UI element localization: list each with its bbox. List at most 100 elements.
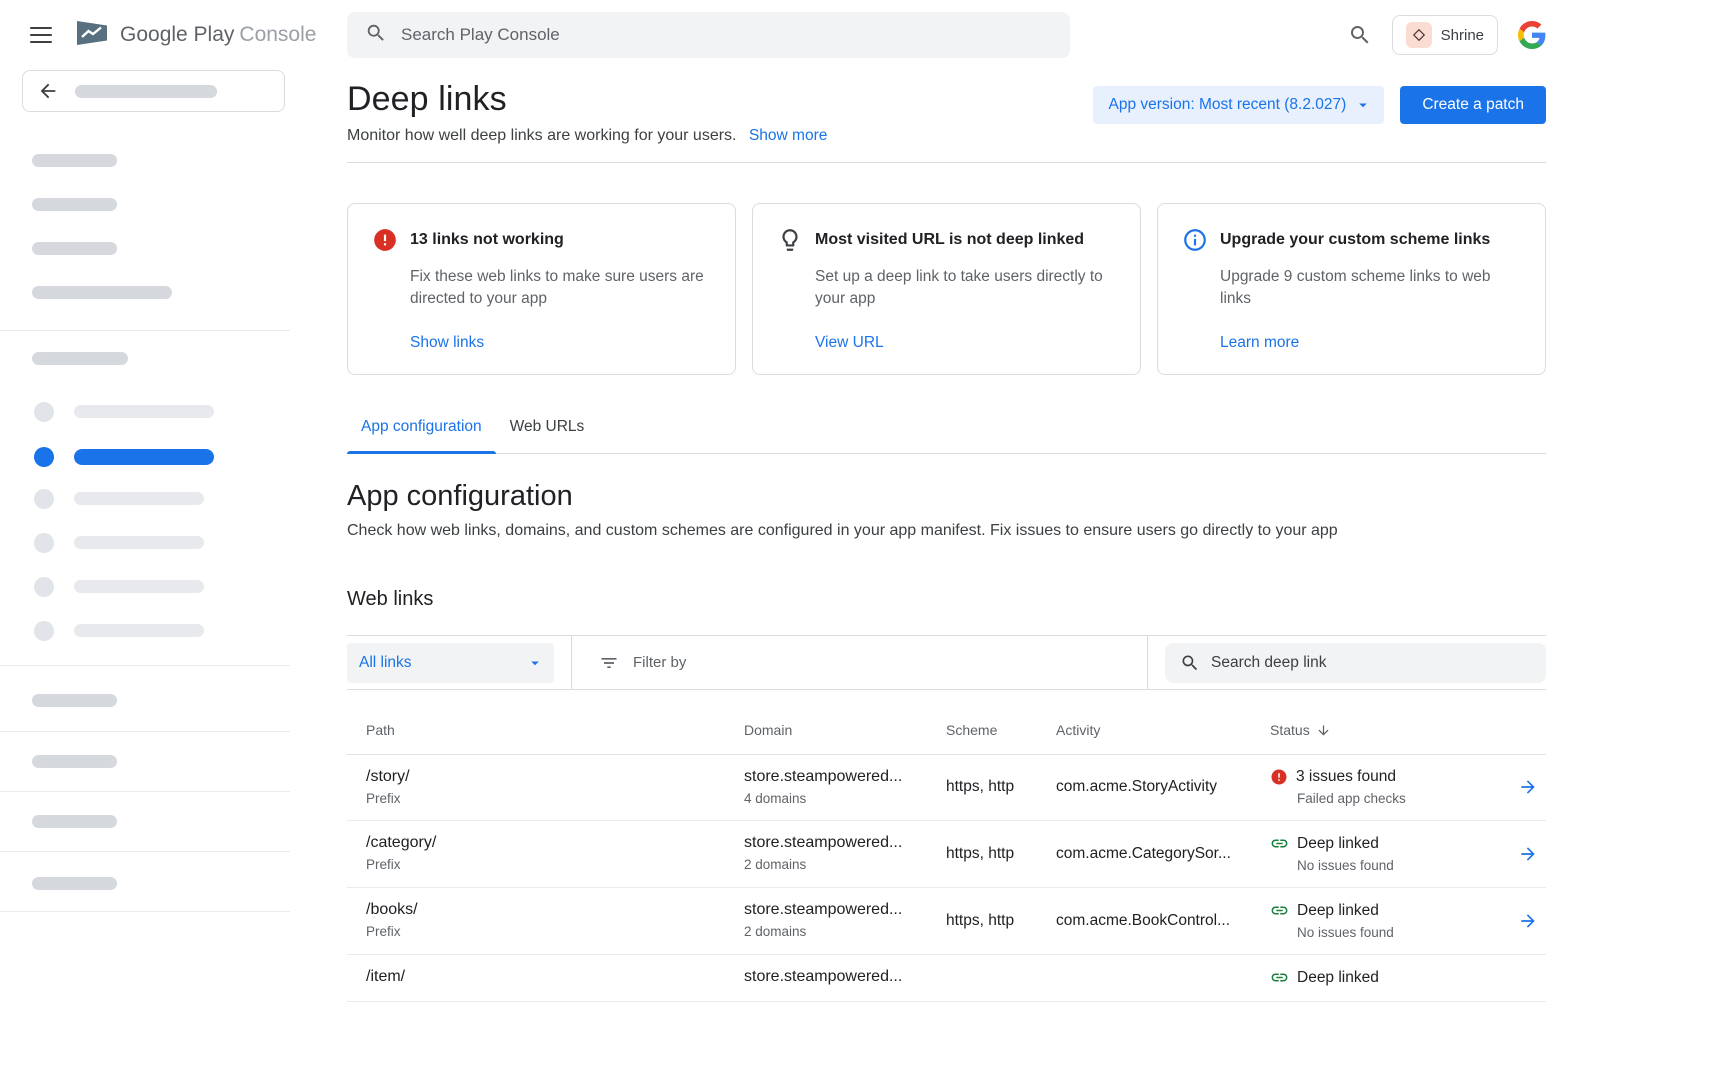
card-upgrade-scheme-links: Upgrade your custom scheme links Upgrade… [1157,203,1546,375]
column-scheme: Scheme [946,722,1056,738]
skeleton-bar [74,492,204,505]
status-value: Deep linked [1297,969,1379,987]
global-search [347,12,1070,58]
card-title: Upgrade your custom scheme links [1220,231,1490,249]
column-domain: Domain [744,722,946,738]
app-switcher-chip[interactable]: Shrine [1392,15,1498,55]
sidebar-item-deep-links-selected[interactable] [74,449,214,465]
domain-value: store.steampowered... [744,834,946,852]
path-type: Prefix [366,924,744,939]
skeleton-nav-icon [34,533,54,553]
error-icon [1270,768,1288,786]
domain-count: 2 domains [744,924,946,939]
card-body: Fix these web links to make sure users a… [410,266,711,310]
path-value: /books/ [366,901,744,919]
page-title: Deep links [347,78,827,120]
app-version-dropdown[interactable]: App version: Most recent (8.2.027) [1093,86,1385,124]
link-icon [1270,901,1289,920]
sidebar-divider [0,911,290,912]
activity-value: com.acme.BookControl... [1056,912,1270,930]
column-status-sortable[interactable]: Status [1270,722,1500,738]
global-search-input[interactable] [401,25,1052,45]
create-patch-button[interactable]: Create a patch [1400,86,1546,124]
skeleton-bar [32,154,117,167]
skeleton-bar [32,815,117,828]
chevron-down-icon [1354,96,1372,114]
page-subtitle: Monitor how well deep links are working … [347,127,827,145]
skeleton-nav-icon [34,577,54,597]
card-most-visited-url: Most visited URL is not deep linked Set … [752,203,1141,375]
show-more-link[interactable]: Show more [749,127,827,144]
activity-value: com.acme.StoryActivity [1056,778,1270,796]
deep-link-search-input[interactable] [1211,654,1531,672]
skeleton-nav-icon [34,489,54,509]
topbar-right: Shrine [1348,15,1546,55]
skeleton-nav-icon [34,621,54,641]
table-header: Path Domain Scheme Activity Status [347,690,1546,755]
deep-link-search [1165,643,1546,683]
page-header: Deep links Monitor how well deep links a… [347,78,1546,145]
tab-web-urls[interactable]: Web URLs [496,418,599,453]
main-content: Deep links Monitor how well deep links a… [347,70,1546,1080]
path-value: /category/ [366,834,744,852]
chevron-down-icon [526,654,544,672]
status-value: Deep linked [1297,835,1379,853]
play-console-icon [74,18,110,53]
header-actions: App version: Most recent (8.2.027) Creat… [1093,86,1546,124]
skeleton-bar [74,580,204,593]
logo-text: Google PlayConsole [120,23,316,47]
status-detail: No issues found [1297,858,1500,873]
table-row[interactable]: /books/ Prefix store.steampowered... 2 d… [347,888,1546,955]
topbar-left: Google PlayConsole [0,18,347,53]
google-account-avatar[interactable] [1518,21,1546,49]
sidebar-nav [0,70,290,1080]
card-links-not-working: 13 links not working Fix these web links… [347,203,736,375]
status-value: Deep linked [1297,902,1379,920]
shrine-app-icon [1406,22,1432,48]
arrow-forward-icon[interactable] [1518,777,1538,797]
play-console-logo: Google PlayConsole [74,18,316,53]
table-row[interactable]: /story/ Prefix store.steampowered... 4 d… [347,755,1546,821]
skeleton-bar [75,85,217,98]
skeleton-bar [32,877,117,890]
link-icon [1270,968,1289,987]
tab-app-configuration[interactable]: App configuration [347,418,496,453]
skeleton-nav-icon [34,402,54,422]
skeleton-bar [32,286,172,299]
sort-descending-icon [1316,723,1331,738]
learn-more-link[interactable]: Learn more [1220,320,1521,352]
card-title: Most visited URL is not deep linked [815,231,1084,249]
path-type: Prefix [366,791,744,806]
search-icon-button[interactable] [1348,23,1372,47]
filter-icon [599,653,619,673]
skeleton-bar [74,624,204,637]
sidebar-divider [0,665,290,666]
section-title: App configuration [347,480,1546,513]
table-row[interactable]: /item/ store.steampowered... Deep linked [347,955,1546,1002]
column-path: Path [366,722,744,738]
path-value: /story/ [366,768,744,786]
activity-value: com.acme.CategorySor... [1056,845,1270,863]
skeleton-bar [32,755,117,768]
insight-cards: 13 links not working Fix these web links… [347,203,1546,375]
column-activity: Activity [1056,722,1270,738]
view-url-link[interactable]: View URL [815,320,1116,352]
menu-icon[interactable] [30,25,52,45]
table-row[interactable]: /category/ Prefix store.steampowered... … [347,821,1546,888]
status-value: 3 issues found [1296,768,1396,786]
arrow-forward-icon[interactable] [1518,911,1538,931]
search-icon [365,22,387,49]
back-button[interactable] [22,70,285,112]
show-links-link[interactable]: Show links [410,320,711,352]
links-filter-select[interactable]: All links [347,643,554,683]
arrow-forward-icon[interactable] [1518,844,1538,864]
sidebar-divider [0,791,290,792]
sidebar-divider [0,330,290,331]
scheme-value: https, http [946,778,1056,796]
filter-by-button[interactable]: Filter by [572,653,1147,673]
domain-count: 4 domains [744,791,946,806]
sidebar-divider [0,731,290,732]
lightbulb-icon [777,227,803,253]
domain-value: store.steampowered... [744,768,946,786]
skeleton-bar [32,694,117,707]
